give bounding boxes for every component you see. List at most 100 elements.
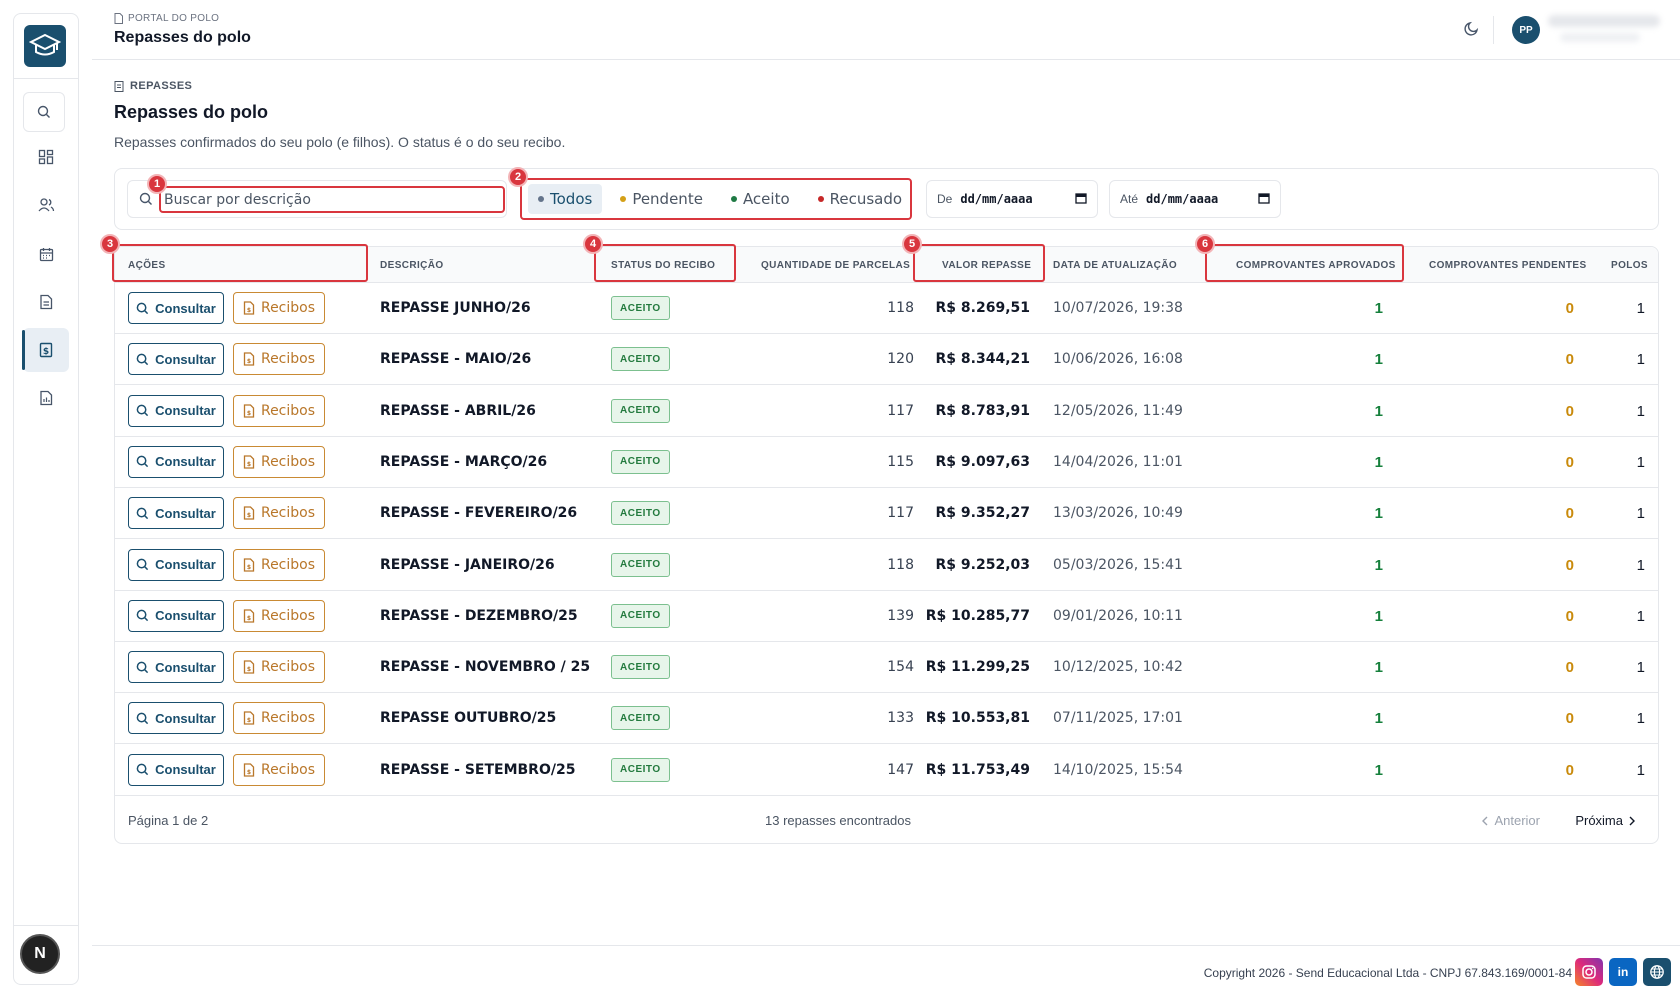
filter-todos-label: Todos <box>550 190 593 208</box>
annotation-box-acoes <box>112 244 368 282</box>
svg-text:$: $ <box>247 666 251 673</box>
sidebar-repasses-icon[interactable]: $ <box>22 328 69 372</box>
row-polos: 1 <box>1636 761 1645 779</box>
prev-page-button[interactable]: Anterior <box>1481 813 1540 828</box>
row-aprovados: 1 <box>1374 402 1383 420</box>
svg-text:$: $ <box>247 512 251 519</box>
sidebar-report-icon[interactable] <box>23 376 69 420</box>
recibos-button[interactable]: $ Recibos <box>233 394 325 427</box>
consultar-button[interactable]: Consultar <box>128 394 224 427</box>
row-parcelas: 139 <box>887 607 914 624</box>
recibos-button[interactable]: $ Recibos <box>233 445 325 478</box>
row-data: 13/03/2026, 10:49 <box>1053 505 1183 522</box>
search-icon <box>136 507 149 519</box>
date-from-field[interactable]: De dd/mm/aaaa <box>926 180 1098 218</box>
row-valor: R$ 9.097,63 <box>935 453 1030 470</box>
row-polos: 1 <box>1636 453 1645 471</box>
search-icon <box>136 353 149 365</box>
next-label: Próxima <box>1575 813 1623 828</box>
sidebar-document-icon[interactable] <box>23 280 69 324</box>
graduation-cap-logo-icon[interactable] <box>24 25 66 67</box>
date-to-value[interactable]: dd/mm/aaaa <box>1146 192 1250 206</box>
recibos-label: Recibos <box>260 761 316 778</box>
row-parcelas: 118 <box>887 300 914 316</box>
consultar-button[interactable]: Consultar <box>128 343 224 376</box>
consultar-button[interactable]: Consultar <box>128 599 224 632</box>
consultar-label: Consultar <box>155 351 216 367</box>
user-avatar-n[interactable]: N <box>20 934 60 974</box>
next-page-button[interactable]: Próxima <box>1575 813 1636 828</box>
avatar[interactable]: PP <box>1512 16 1540 44</box>
sidebar-calendar-icon[interactable] <box>23 232 69 276</box>
globe-icon[interactable] <box>1643 958 1671 986</box>
user-name-blurred <box>1548 15 1660 27</box>
row-descricao: REPASSE OUTUBRO/25 <box>380 710 557 727</box>
recibos-label: Recibos <box>260 659 316 676</box>
table-row: Consultar $ Recibos REPASSE - ABRIL/26 A… <box>115 386 1658 437</box>
search-icon <box>136 609 149 622</box>
filter-recusado[interactable]: Recusado <box>808 184 912 214</box>
repasses-table: AÇÕES DESCRIÇÃO STATUS DO RECIBO QUANTID… <box>114 246 1659 844</box>
calendar-icon[interactable] <box>1075 192 1087 207</box>
consultar-label: Consultar <box>155 403 216 419</box>
recibos-button[interactable]: $ Recibos <box>233 292 325 324</box>
search-icon <box>139 192 153 211</box>
row-descricao: REPASSE - SETEMBRO/25 <box>380 761 576 778</box>
row-pendentes: 0 <box>1565 761 1574 779</box>
linkedin-icon[interactable]: in <box>1609 958 1637 986</box>
date-from-value[interactable]: dd/mm/aaaa <box>960 192 1067 206</box>
consultar-button[interactable]: Consultar <box>128 753 224 786</box>
consultar-button[interactable]: Consultar <box>128 292 224 324</box>
row-descricao: REPASSE - ABRIL/26 <box>380 402 536 419</box>
recibos-button[interactable]: $ Recibos <box>233 599 325 632</box>
col-pendentes: COMPROVANTES PENDENTES <box>1429 260 1587 271</box>
consultar-label: Consultar <box>155 762 216 778</box>
row-parcelas: 154 <box>887 659 914 676</box>
recibos-button[interactable]: $ Recibos <box>233 497 325 530</box>
filter-aceito[interactable]: Aceito <box>721 184 800 214</box>
consultar-button[interactable]: Consultar <box>128 548 224 581</box>
search-icon <box>136 661 149 673</box>
recibos-button[interactable]: $ Recibos <box>233 753 325 786</box>
consultar-button[interactable]: Consultar <box>128 702 224 735</box>
filter-pendente[interactable]: Pendente <box>610 184 713 214</box>
recibos-button[interactable]: $ Recibos <box>233 702 325 735</box>
consultar-button[interactable]: Consultar <box>128 651 224 684</box>
row-data: 14/04/2026, 11:01 <box>1053 453 1183 470</box>
search-input[interactable] <box>159 186 505 213</box>
sidebar-users-icon[interactable] <box>23 183 69 227</box>
row-parcelas: 120 <box>887 351 914 368</box>
svg-text:$: $ <box>247 307 251 314</box>
filter-todos[interactable]: Todos <box>528 184 603 214</box>
row-data: 05/03/2026, 15:41 <box>1053 556 1183 573</box>
moon-icon[interactable] <box>1464 20 1480 41</box>
consultar-button[interactable]: Consultar <box>128 497 224 530</box>
consultar-label: Consultar <box>155 710 216 726</box>
row-descricao: REPASSE JUNHO/26 <box>380 300 531 316</box>
recibos-button[interactable]: $ Recibos <box>233 651 325 684</box>
svg-text:$: $ <box>247 615 251 622</box>
section-title: Repasses do polo <box>114 102 269 122</box>
footer-divider <box>92 945 1680 946</box>
section-breadcrumb: REPASSES <box>114 80 192 92</box>
table-row: Consultar $ Recibos REPASSE - NOVEMBRO /… <box>115 642 1658 694</box>
recibos-button[interactable]: $ Recibos <box>233 343 325 376</box>
sidebar-dashboard-icon[interactable] <box>23 135 69 179</box>
recibos-button[interactable]: $ Recibos <box>233 548 325 581</box>
row-data: 10/07/2026, 19:38 <box>1053 300 1183 316</box>
instagram-icon[interactable] <box>1575 958 1603 986</box>
row-polos: 1 <box>1636 402 1645 420</box>
row-valor: R$ 8.269,51 <box>935 300 1030 316</box>
status-badge: ACEITO <box>611 757 670 782</box>
row-valor: R$ 8.344,21 <box>935 351 1030 368</box>
sidebar-search-icon[interactable] <box>23 92 65 132</box>
calendar-icon[interactable] <box>1258 192 1270 207</box>
consultar-button[interactable]: Consultar <box>128 445 224 478</box>
svg-text:$: $ <box>43 347 49 357</box>
breadcrumb-label: PORTAL DO POLO <box>128 13 220 24</box>
search-icon <box>136 712 149 725</box>
status-filter-group: Todos Pendente Aceito Recusado <box>520 178 912 220</box>
file-icon: $ <box>243 352 255 366</box>
status-badge: ACEITO <box>611 347 670 372</box>
date-to-field[interactable]: Até dd/mm/aaaa <box>1109 180 1281 218</box>
